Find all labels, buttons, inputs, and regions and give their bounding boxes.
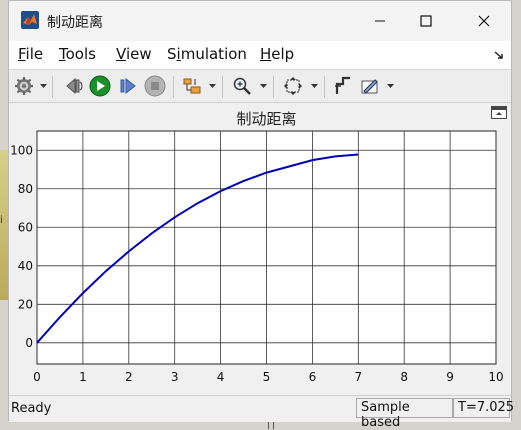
stop-icon — [144, 75, 166, 97]
menu-help[interactable]: Help — [260, 45, 294, 63]
toolbar-separator — [52, 76, 53, 98]
matlab-logo-icon — [21, 11, 39, 29]
x-tick-label: 3 — [171, 370, 179, 384]
status-sample-mode: Sample based — [356, 398, 453, 430]
cursor-measure-icon — [335, 76, 350, 94]
caret-down-icon — [310, 83, 318, 88]
zoom-icon — [233, 77, 251, 95]
background-fragment-text: i — [0, 215, 3, 226]
menu-view[interactable]: View — [116, 45, 152, 63]
x-tick-label: 0 — [33, 370, 41, 384]
y-tick-label: 40 — [18, 259, 33, 273]
step-forward-button[interactable] — [117, 75, 139, 97]
plot-area: 制动距离 0 1 2 3 4 5 6 7 8 9 10 0 20 40 60 80 100 — [9, 103, 511, 395]
settings-dropdown[interactable] — [39, 81, 47, 91]
status-ready-text: Ready — [11, 401, 52, 416]
zoom-dropdown[interactable] — [259, 81, 267, 91]
status-time: T=7.025 — [453, 398, 514, 418]
status-bar: Ready Sample based T=7.025 — [9, 395, 514, 430]
settings-button[interactable] — [13, 75, 35, 97]
minimize-button[interactable] — [357, 1, 403, 41]
x-tick-label: 8 — [400, 370, 408, 384]
fit-to-view-button[interactable] — [282, 75, 304, 97]
step-back-button[interactable] — [63, 75, 85, 97]
toolbar — [9, 69, 511, 103]
scope-chart[interactable]: 制动距离0 1 2 3 4 5 6 7 8 9 10020406080100 — [9, 103, 513, 395]
fit-icon — [284, 77, 302, 95]
caret-down-icon — [386, 83, 394, 88]
x-tick-label: 9 — [446, 370, 454, 384]
caret-down-icon — [208, 83, 216, 88]
maximize-button[interactable] — [403, 1, 449, 41]
y-tick-label: 0 — [25, 336, 33, 350]
run-icon — [89, 75, 111, 97]
x-tick-label: 5 — [263, 370, 271, 384]
toolbar-separator — [324, 76, 325, 98]
menu-simulation[interactable]: Simulation — [167, 45, 247, 63]
step-forward-icon — [120, 77, 136, 95]
title-bar[interactable]: 制动距离 — [9, 1, 511, 41]
gear-icon — [15, 77, 33, 95]
toolbar-separator — [222, 76, 223, 98]
y-tick-label: 100 — [10, 143, 33, 157]
close-button[interactable] — [461, 1, 507, 41]
caret-down-icon — [39, 83, 47, 88]
x-tick-label: 6 — [309, 370, 317, 384]
cursor-measurements-button[interactable] — [332, 75, 354, 97]
signal-select-button[interactable] — [181, 75, 203, 97]
dock-arrow-icon[interactable] — [493, 49, 505, 61]
x-tick-label: 7 — [354, 370, 362, 384]
x-tick-label: 4 — [217, 370, 225, 384]
stop-button[interactable] — [144, 75, 166, 97]
y-tick-label: 60 — [18, 220, 33, 234]
maximize-icon — [420, 15, 432, 27]
run-button[interactable] — [89, 75, 111, 97]
x-tick-label: 10 — [488, 370, 503, 384]
minimize-icon — [375, 20, 385, 22]
style-icon — [361, 79, 378, 94]
toolbar-separator — [173, 76, 174, 98]
signal-select-dropdown[interactable] — [208, 81, 216, 91]
x-tick-label: 1 — [79, 370, 87, 384]
caret-down-icon — [259, 83, 267, 88]
fit-dropdown[interactable] — [310, 81, 318, 91]
signal-select-icon — [183, 78, 201, 94]
style-button[interactable] — [359, 75, 381, 97]
scope-window: 制动距离 File Tools View Simulation Help 制动距… — [8, 0, 514, 430]
chart-title: 制动距离 — [236, 110, 296, 128]
menu-file[interactable]: File — [18, 45, 43, 63]
menu-tools[interactable]: Tools — [59, 45, 96, 63]
style-dropdown[interactable] — [386, 81, 394, 91]
step-back-icon — [66, 77, 83, 95]
zoom-button[interactable] — [231, 75, 253, 97]
menu-bar: File Tools View Simulation Help — [9, 41, 511, 69]
y-tick-label: 80 — [18, 182, 33, 196]
window-title: 制动距离 — [47, 15, 103, 31]
toolbar-separator — [273, 76, 274, 98]
close-icon — [478, 15, 490, 27]
y-tick-label: 20 — [18, 297, 33, 311]
x-tick-label: 2 — [125, 370, 133, 384]
